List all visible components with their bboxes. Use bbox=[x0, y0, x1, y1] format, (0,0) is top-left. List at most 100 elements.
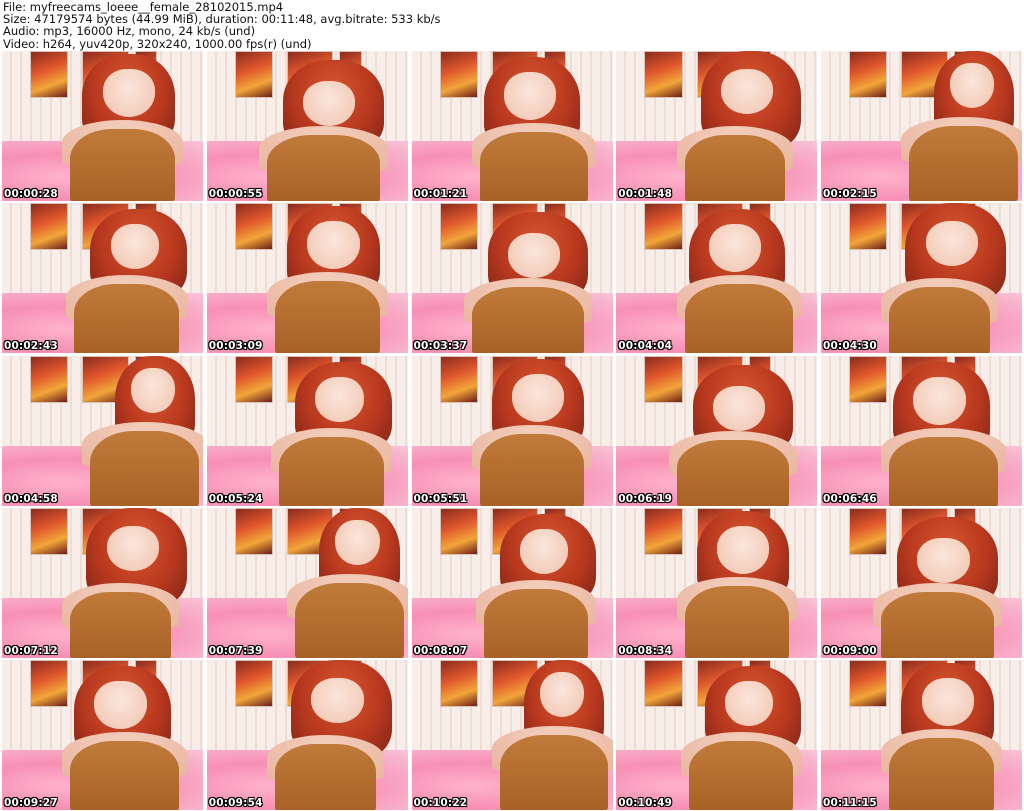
wall-poster bbox=[234, 507, 274, 555]
person-face bbox=[94, 681, 147, 729]
person-face bbox=[708, 224, 761, 273]
person-face bbox=[102, 69, 155, 117]
thumbnail-timestamp: 00:00:28 bbox=[4, 188, 58, 200]
wall-poster bbox=[439, 660, 478, 707]
wall-poster bbox=[644, 203, 683, 251]
person-top bbox=[684, 284, 794, 354]
person-face bbox=[130, 367, 175, 413]
wall-poster bbox=[849, 203, 888, 251]
video-thumbnail: 00:04:04 bbox=[616, 203, 818, 354]
wall-poster bbox=[644, 51, 683, 98]
video-thumbnail: 00:09:27 bbox=[2, 660, 203, 810]
person-face bbox=[503, 72, 557, 120]
thumbnail-timestamp: 00:05:24 bbox=[208, 492, 263, 505]
video-thumbnail: 00:05:51 bbox=[411, 355, 613, 506]
file-info-header: File: myfreecams_loeee__female_28102015.… bbox=[0, 0, 1024, 50]
video-thumbnail: 00:06:19 bbox=[616, 355, 818, 506]
wall-poster bbox=[849, 660, 888, 707]
thumbnail-timestamp: 00:07:39 bbox=[208, 644, 263, 657]
thumbnail-timestamp: 00:11:15 bbox=[823, 797, 877, 809]
person-face bbox=[307, 221, 360, 270]
person-face bbox=[110, 224, 159, 270]
wall-poster bbox=[30, 51, 69, 98]
person-top bbox=[70, 741, 179, 810]
person-top bbox=[889, 738, 994, 810]
video-thumbnail: 00:08:34 bbox=[616, 507, 818, 658]
person-top bbox=[688, 741, 794, 810]
person-face bbox=[913, 376, 966, 425]
person-top bbox=[70, 591, 171, 658]
person-top bbox=[889, 287, 990, 354]
person-face bbox=[921, 678, 974, 726]
person-face bbox=[712, 385, 765, 431]
person-face bbox=[106, 525, 159, 571]
video-thumbnail: 00:10:49 bbox=[616, 660, 818, 810]
wall-poster bbox=[234, 51, 274, 98]
person-top bbox=[909, 126, 1018, 201]
thumbnail-timestamp: 00:03:09 bbox=[208, 340, 263, 353]
video-thumbnail: 00:04:30 bbox=[821, 203, 1022, 354]
thumbnail-timestamp: 00:04:30 bbox=[823, 340, 877, 353]
video-thumbnail: 00:00:55 bbox=[206, 51, 408, 201]
video-thumbnail: 00:01:21 bbox=[411, 51, 613, 201]
person-top bbox=[275, 281, 380, 354]
person-top bbox=[479, 433, 585, 506]
person-top bbox=[74, 284, 179, 354]
person-face bbox=[716, 525, 769, 574]
wall-poster bbox=[30, 203, 69, 251]
wall-poster bbox=[644, 660, 683, 707]
thumbnail-timestamp: 00:08:34 bbox=[618, 644, 673, 657]
wall-poster bbox=[234, 203, 274, 251]
thumbnail-timestamp: 00:04:58 bbox=[4, 492, 58, 505]
person-top bbox=[275, 744, 376, 810]
thumbnail-timestamp: 00:09:27 bbox=[4, 797, 58, 809]
thumbnail-timestamp: 00:04:04 bbox=[618, 340, 673, 353]
person-top bbox=[471, 287, 585, 354]
wall-poster bbox=[644, 355, 683, 403]
person-top bbox=[881, 591, 994, 658]
thumbnail-timestamp: 00:02:43 bbox=[4, 340, 58, 353]
video-thumbnail: 00:09:54 bbox=[206, 660, 408, 810]
thumbnail-timestamp: 00:03:37 bbox=[413, 340, 468, 353]
thumbnail-timestamp: 00:07:12 bbox=[4, 644, 58, 657]
wall-poster bbox=[234, 660, 274, 707]
thumbnail-timestamp: 00:09:54 bbox=[208, 797, 263, 809]
thumbnail-timestamp: 00:01:21 bbox=[413, 188, 468, 200]
person-top bbox=[70, 129, 175, 201]
wall-poster bbox=[439, 355, 478, 403]
video-thumbnail: 00:08:07 bbox=[411, 507, 613, 658]
video-thumbnail: 00:01:48 bbox=[616, 51, 818, 201]
person-top bbox=[267, 135, 380, 201]
thumbnail-timestamp: 00:06:46 bbox=[823, 492, 877, 505]
video-thumbnail: 00:04:58 bbox=[2, 355, 203, 506]
wall-poster bbox=[30, 660, 69, 707]
person-face bbox=[949, 63, 994, 108]
person-top bbox=[676, 439, 790, 506]
person-face bbox=[925, 221, 978, 267]
person-face bbox=[540, 672, 585, 717]
person-top bbox=[279, 436, 384, 506]
person-face bbox=[335, 519, 380, 565]
video-thumbnail: 00:09:00 bbox=[821, 507, 1022, 658]
video-thumbnail: 00:00:28 bbox=[2, 51, 203, 201]
video-thumbnail: 00:06:46 bbox=[821, 355, 1022, 506]
wall-poster bbox=[849, 51, 888, 98]
thumbnail-timestamp: 00:05:51 bbox=[413, 492, 468, 505]
thumbnail-timestamp: 00:10:22 bbox=[413, 797, 468, 809]
thumbnail-timestamp: 00:01:48 bbox=[618, 188, 673, 200]
person-top bbox=[90, 430, 199, 506]
video-thumbnail: 00:02:43 bbox=[2, 203, 203, 354]
video-thumbnail: 00:07:12 bbox=[2, 507, 203, 658]
wall-poster bbox=[439, 507, 478, 555]
person-face bbox=[520, 528, 569, 574]
person-face bbox=[512, 373, 565, 422]
thumbnail-timestamp: 00:10:49 bbox=[618, 797, 673, 809]
video-thumbnail: 00:03:37 bbox=[411, 203, 613, 354]
video-info-line: Video: h264, yuv420p, 320x240, 1000.00 f… bbox=[3, 36, 312, 51]
wall-poster bbox=[644, 507, 683, 555]
person-top bbox=[483, 588, 589, 658]
person-top bbox=[684, 585, 790, 658]
thumbnail-timestamp: 00:02:15 bbox=[823, 188, 877, 200]
person-face bbox=[311, 678, 364, 723]
person-top bbox=[295, 582, 404, 658]
